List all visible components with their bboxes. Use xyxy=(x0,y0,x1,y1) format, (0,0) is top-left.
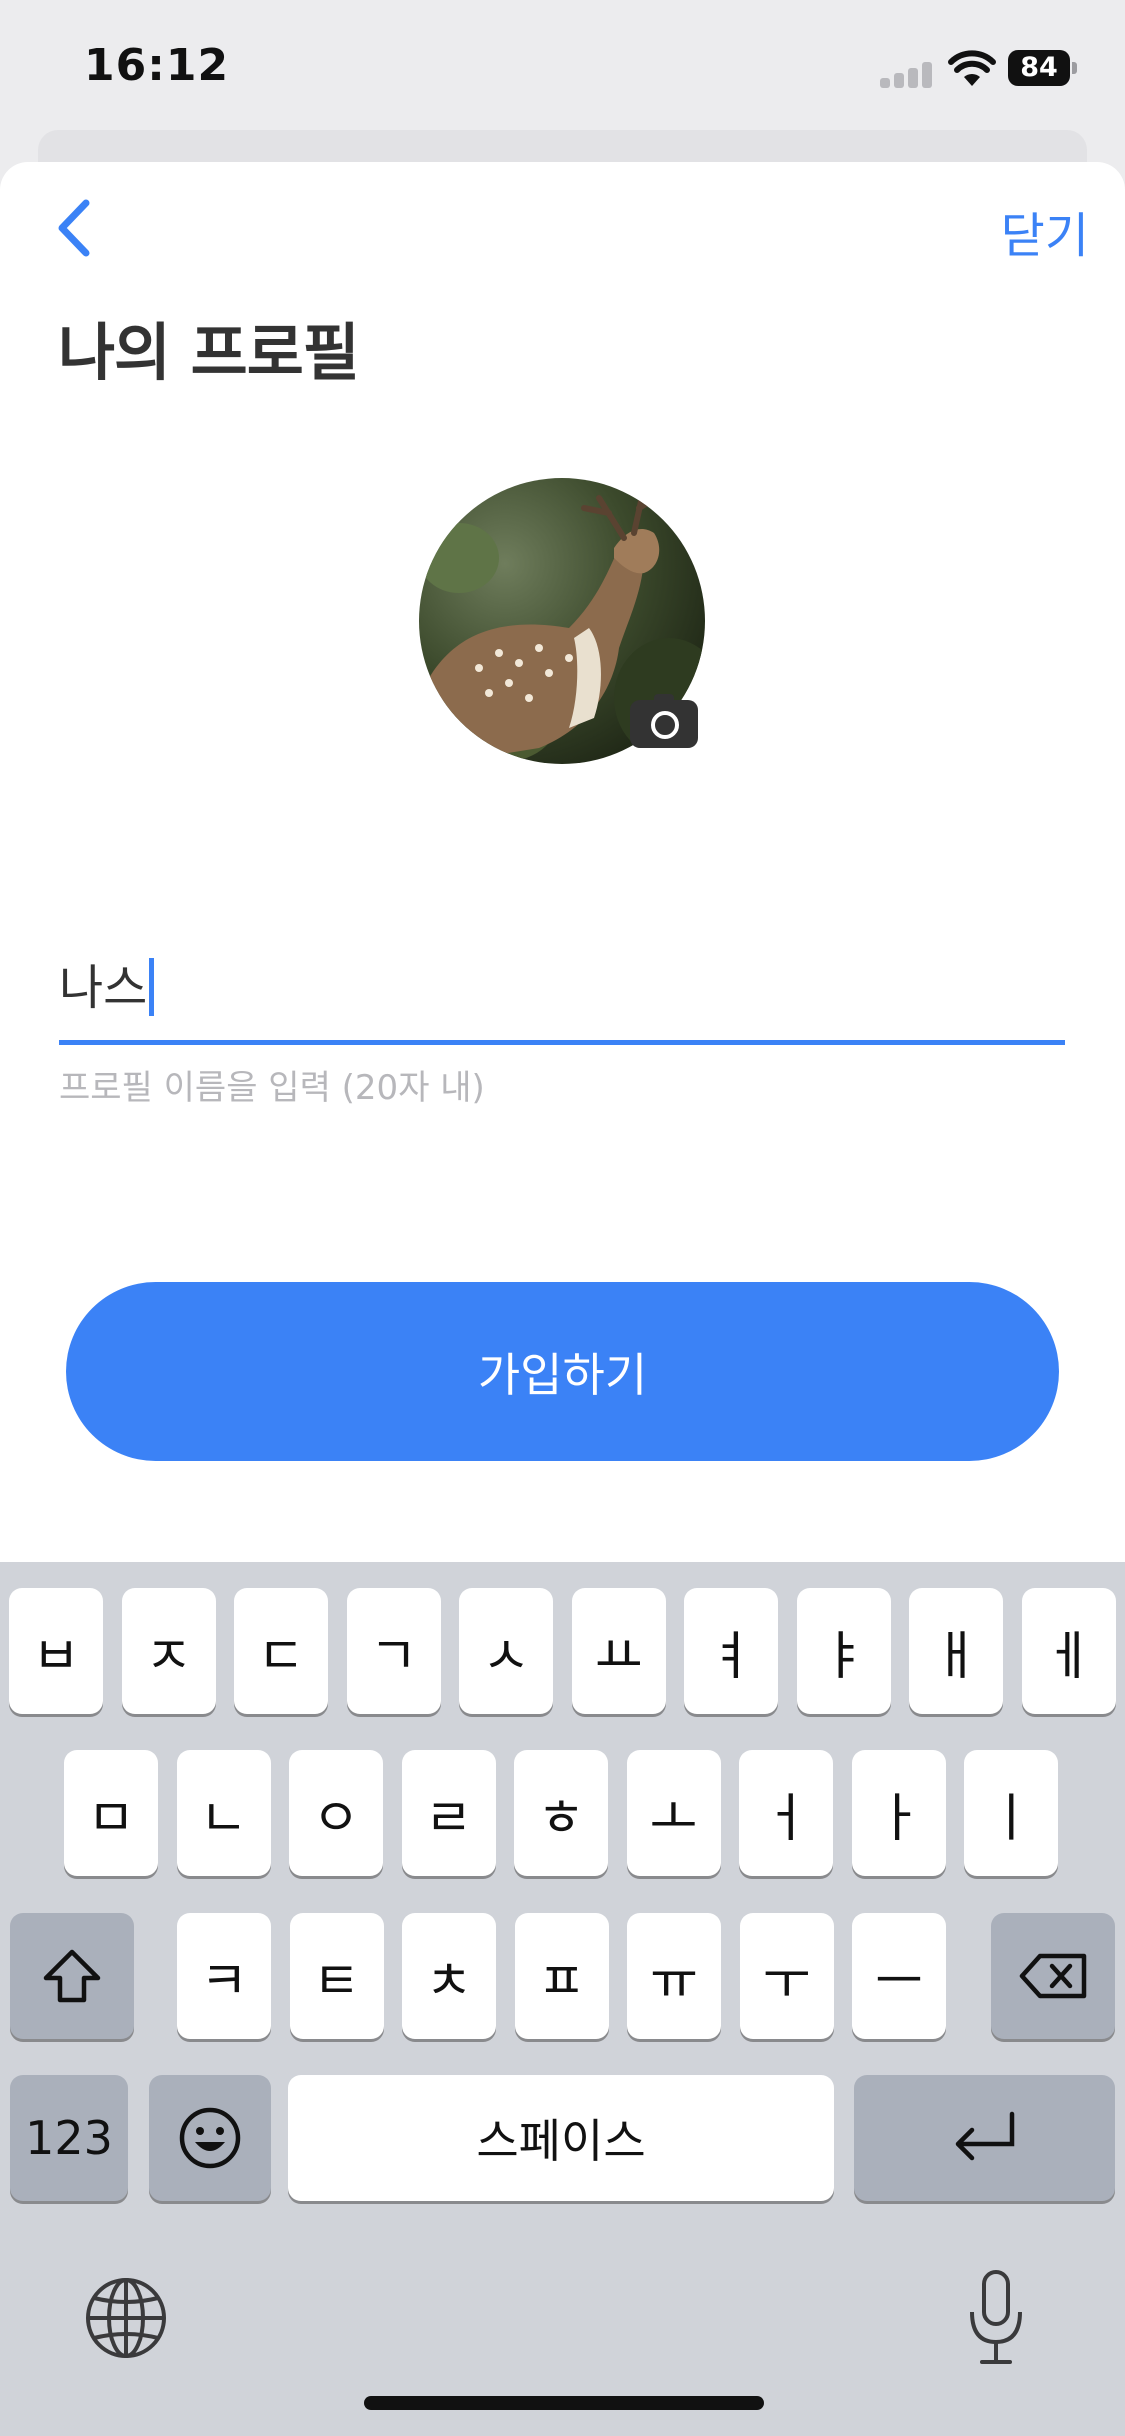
key-row2-2[interactable]: ㅇ xyxy=(289,1750,383,1876)
signup-button[interactable]: 가입하기 xyxy=(66,1282,1059,1461)
key-row3-5[interactable]: ㅜ xyxy=(739,1913,834,2039)
input-helper-text: 프로필 이름을 입력 (20자 내) xyxy=(59,1068,485,1108)
key-row1-4[interactable]: ㅅ xyxy=(459,1588,553,1714)
key-row1-1[interactable]: ㅈ xyxy=(121,1588,216,1714)
battery-level: 84 xyxy=(1008,50,1070,86)
key-row2-7[interactable]: ㅏ xyxy=(851,1750,946,1876)
camera-icon[interactable] xyxy=(630,694,698,748)
microphone-icon[interactable] xyxy=(964,2268,1028,2368)
close-button[interactable]: 닫기 xyxy=(1001,196,1089,266)
key-row2-0[interactable]: ㅁ xyxy=(64,1750,158,1876)
home-indicator xyxy=(364,2396,764,2410)
key-row2-4[interactable]: ㅎ xyxy=(514,1750,608,1876)
key-row3-0[interactable]: ㅋ xyxy=(177,1913,271,2039)
key-row1-5[interactable]: ㅛ xyxy=(571,1588,666,1714)
key-row3-3[interactable]: ㅍ xyxy=(514,1913,609,2039)
profile-name-input[interactable]: 나스 xyxy=(59,930,1065,1048)
profile-name-value: 나스 xyxy=(59,960,148,1016)
key-row2-3[interactable]: ㄹ xyxy=(401,1750,496,1876)
delete-key[interactable] xyxy=(991,1913,1115,2039)
shift-icon xyxy=(43,1949,101,2003)
input-underline xyxy=(59,1040,1065,1045)
key-row3-6[interactable]: ㅡ xyxy=(852,1913,946,2039)
key-row2-5[interactable]: ㅗ xyxy=(626,1750,721,1876)
key-row1-2[interactable]: ㄷ xyxy=(234,1588,328,1714)
numbers-key[interactable]: 123 xyxy=(10,2075,128,2201)
globe-icon[interactable] xyxy=(84,2276,168,2360)
key-row3-4[interactable]: ㅠ xyxy=(627,1913,721,2039)
key-row2-1[interactable]: ㄴ xyxy=(176,1750,271,1876)
page-title: 나의 프로필 xyxy=(58,316,360,389)
text-caret xyxy=(149,958,155,1016)
status-time: 16:12 xyxy=(84,40,230,91)
emoji-key[interactable] xyxy=(149,2075,271,2201)
emoji-icon xyxy=(179,2107,241,2169)
key-row1-0[interactable]: ㅂ xyxy=(9,1588,103,1714)
key-row3-2[interactable]: ㅊ xyxy=(402,1913,496,2039)
return-icon xyxy=(955,2111,1014,2161)
space-key[interactable]: 스페이스 xyxy=(288,2075,834,2201)
status-bar: 16:12 84 xyxy=(0,0,1125,140)
cellular-signal-icon xyxy=(880,62,936,88)
key-row1-6[interactable]: ㅕ xyxy=(684,1588,778,1714)
key-row1-8[interactable]: ㅐ xyxy=(909,1588,1003,1714)
shift-key[interactable] xyxy=(10,1913,134,2039)
key-row2-6[interactable]: ㅓ xyxy=(739,1750,833,1876)
key-row3-1[interactable]: ㅌ xyxy=(289,1913,384,2039)
key-row1-7[interactable]: ㅑ xyxy=(796,1588,891,1714)
battery-icon: 84 xyxy=(1008,50,1078,86)
key-row1-9[interactable]: ㅔ xyxy=(1021,1588,1116,1714)
back-chevron-icon[interactable] xyxy=(50,195,100,261)
wifi-icon xyxy=(948,50,996,86)
key-row1-3[interactable]: ㄱ xyxy=(346,1588,441,1714)
return-key[interactable] xyxy=(854,2075,1115,2201)
key-row2-8[interactable]: ㅣ xyxy=(964,1750,1058,1876)
backspace-icon xyxy=(1019,1953,1087,1999)
